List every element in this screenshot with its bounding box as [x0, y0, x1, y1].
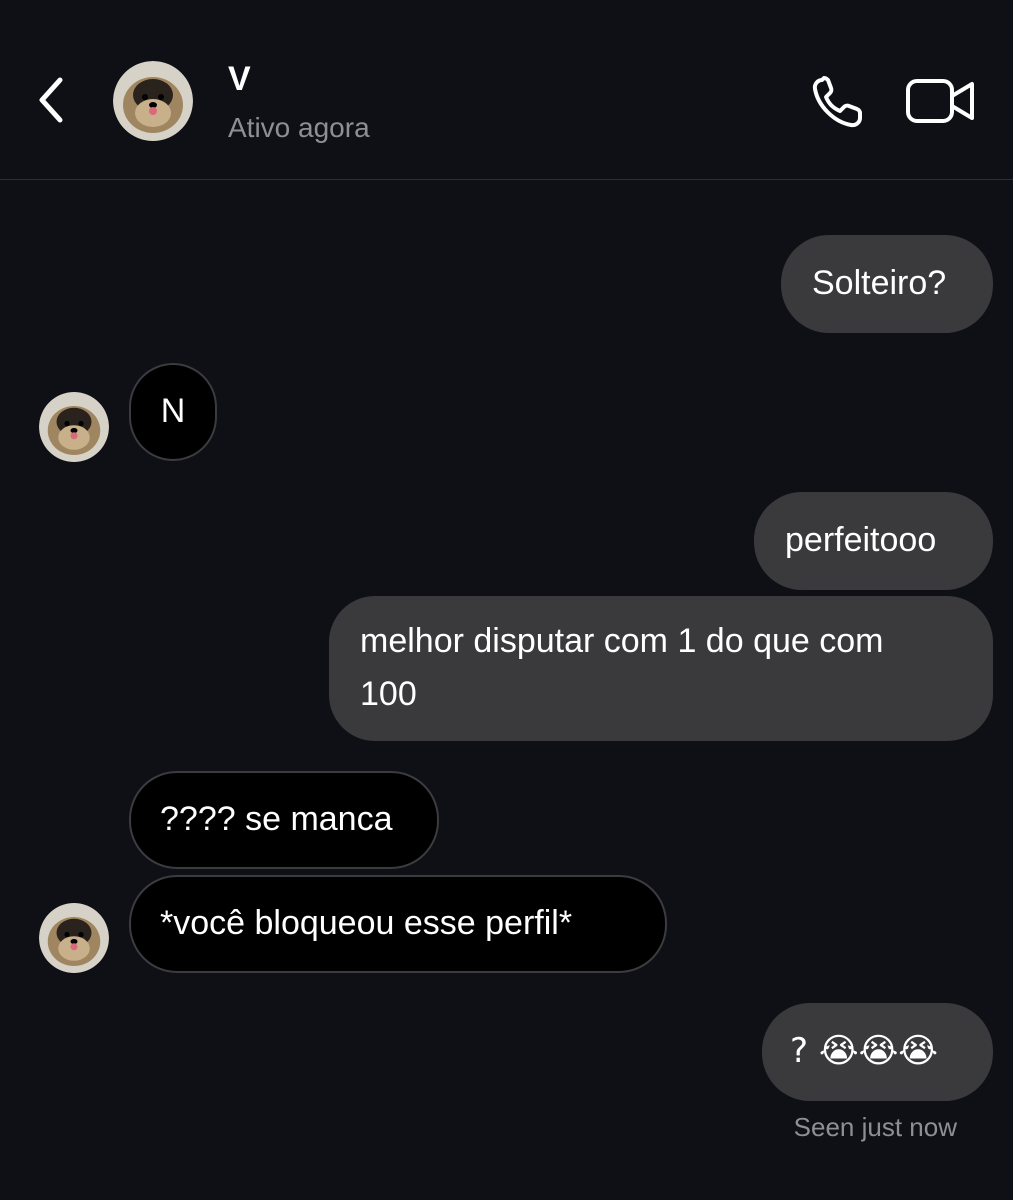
video-camera-icon: [906, 79, 974, 123]
message-incoming[interactable]: *você bloqueou esse perfil*: [129, 875, 667, 973]
active-status: Ativo agora: [228, 112, 370, 143]
message-text: *você bloqueou esse perfil*: [160, 904, 573, 942]
dog-avatar-icon: [39, 903, 109, 973]
message-incoming[interactable]: ???? se manca: [129, 771, 439, 869]
dog-avatar-icon: [113, 61, 193, 141]
message-text-line: 100: [360, 675, 417, 713]
sender-avatar[interactable]: [39, 903, 109, 973]
phone-icon: [812, 76, 862, 128]
voice-call-button[interactable]: [808, 72, 870, 132]
chat-header: V Ativo agora: [0, 0, 1013, 180]
message-outgoing[interactable]: ? 😭😭😭: [762, 1003, 993, 1101]
message-outgoing[interactable]: perfeitooo: [754, 492, 993, 590]
contact-name[interactable]: V: [228, 60, 251, 99]
message-text: ???? se manca: [160, 800, 393, 838]
message-text-line: melhor disputar com 1 do que com: [360, 622, 884, 660]
video-call-button[interactable]: [905, 76, 977, 126]
message-text: N: [160, 392, 186, 430]
message-outgoing[interactable]: Solteiro?: [781, 235, 993, 333]
dog-avatar-icon: [39, 392, 109, 462]
message-text: ? 😭😭😭: [790, 1031, 939, 1071]
contact-avatar[interactable]: [113, 61, 193, 141]
message-text: Solteiro?: [812, 264, 947, 302]
chevron-left-icon: [39, 77, 63, 123]
message-text: perfeitooo: [785, 521, 937, 559]
message-outgoing[interactable]: melhor disputar com 1 do que com 100: [329, 596, 993, 741]
back-button[interactable]: [30, 72, 74, 128]
message-incoming[interactable]: N: [129, 363, 217, 461]
seen-status: Seen just now: [793, 1112, 957, 1142]
sender-avatar[interactable]: [39, 392, 109, 462]
